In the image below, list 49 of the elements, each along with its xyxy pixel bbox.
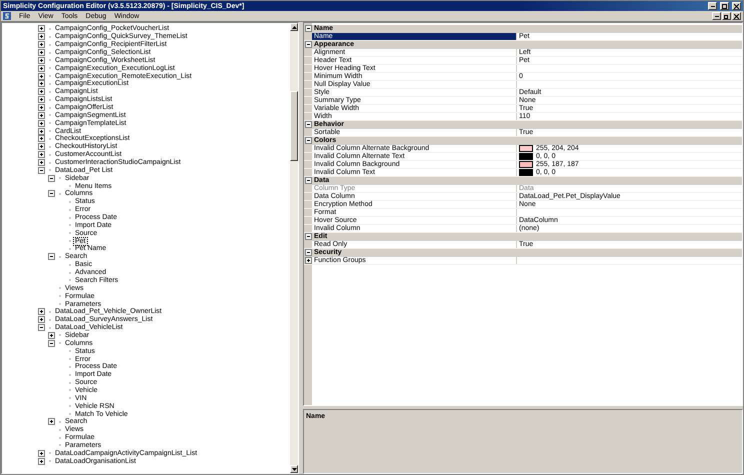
expand-toggle-icon[interactable] (38, 41, 45, 48)
maximize-button[interactable] (720, 2, 729, 10)
expand-toggle-icon[interactable] (38, 25, 45, 32)
scroll-up-button[interactable] (290, 23, 298, 31)
expand-toggle-icon[interactable] (38, 308, 45, 316)
expand-toggle-icon[interactable] (38, 458, 45, 465)
expand-toggle-icon[interactable] (38, 33, 45, 40)
expand-toggle-icon[interactable] (304, 257, 312, 264)
expand-toggle-icon[interactable] (48, 190, 55, 198)
collapse-toggle-icon[interactable] (304, 233, 312, 240)
expand-toggle-icon[interactable] (38, 120, 45, 127)
expand-toggle-icon[interactable] (48, 174, 55, 182)
expand-toggle-icon[interactable] (38, 72, 45, 80)
expand-toggle-icon[interactable] (38, 135, 45, 142)
expand-toggle-icon[interactable] (38, 88, 45, 96)
expand-toggle-icon[interactable] (38, 56, 45, 64)
collapse-toggle-icon[interactable] (304, 25, 312, 32)
expand-toggle-icon[interactable] (38, 104, 45, 112)
expand-toggle-icon[interactable] (48, 340, 55, 347)
minimize-button[interactable] (712, 12, 721, 20)
minimize-button[interactable] (708, 2, 717, 10)
expand-toggle-icon[interactable] (38, 151, 45, 158)
expand-toggle-icon[interactable] (38, 324, 45, 332)
close-button[interactable] (732, 2, 741, 10)
close-button[interactable] (732, 12, 741, 20)
collapse-toggle-icon[interactable] (304, 177, 312, 184)
collapse-toggle-icon[interactable] (304, 41, 312, 48)
scrollbar[interactable] (290, 23, 298, 473)
expand-toggle-icon[interactable] (38, 80, 45, 88)
expand-toggle-icon[interactable] (48, 253, 55, 260)
collapse-toggle-icon[interactable] (304, 121, 312, 128)
expand-toggle-icon[interactable] (38, 143, 45, 150)
scroll-down-button[interactable] (290, 465, 298, 473)
expand-toggle-icon[interactable] (38, 64, 45, 72)
app-logo-icon (3, 12, 11, 20)
expand-toggle-icon[interactable] (38, 166, 45, 174)
expand-toggle-icon[interactable] (48, 332, 55, 339)
collapse-toggle-icon[interactable] (304, 249, 312, 256)
expand-toggle-icon[interactable] (38, 159, 45, 166)
expand-toggle-icon[interactable] (38, 49, 45, 56)
expand-toggle-icon[interactable] (38, 316, 45, 324)
expand-toggle-icon[interactable] (38, 450, 45, 457)
collapse-toggle-icon[interactable] (304, 137, 312, 144)
expand-toggle-icon[interactable] (38, 112, 45, 119)
scroll-thumb[interactable] (290, 91, 298, 161)
expand-toggle-icon[interactable] (38, 128, 45, 135)
expand-toggle-icon[interactable] (48, 418, 55, 426)
restore-button[interactable] (722, 12, 731, 20)
expand-toggle-icon[interactable] (38, 96, 45, 104)
